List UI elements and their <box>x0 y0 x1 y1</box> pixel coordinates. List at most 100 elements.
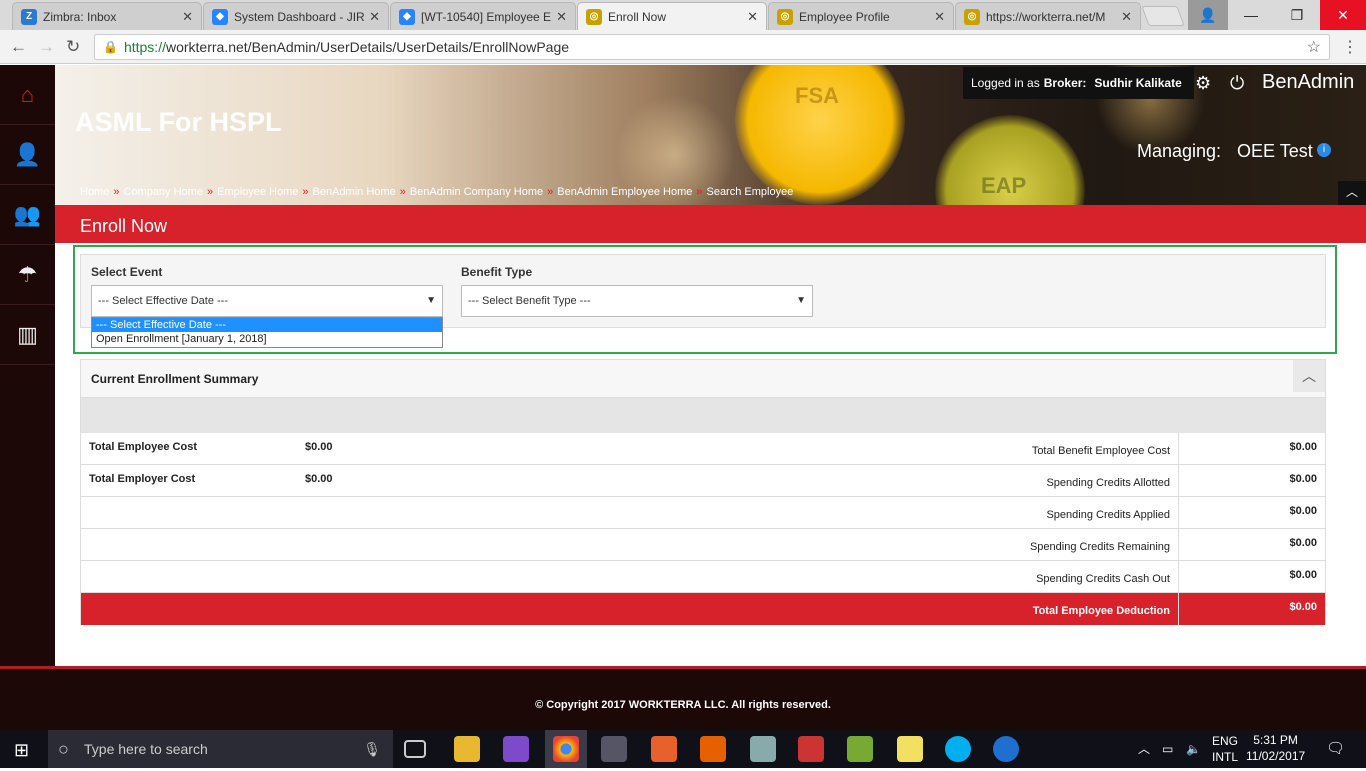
system-clock[interactable]: 5:31 PM 11/02/2017 <box>1246 732 1305 764</box>
gear-icon[interactable]: ⚙ <box>1195 73 1211 94</box>
breadcrumb-benadmin-employee-home[interactable]: BenAdmin Employee Home <box>557 186 692 198</box>
enrollment-summary-panel: Current Enrollment Summary ︿ Total Emplo… <box>80 359 1326 625</box>
breadcrumb-separator: » <box>206 186 214 198</box>
profile-icon[interactable]: 👤 <box>1188 0 1228 30</box>
restore-button[interactable]: ❐ <box>1274 0 1320 30</box>
logged-user: Sudhir Kalikate <box>1094 76 1182 90</box>
tray-chevron-icon[interactable]: ︿ <box>1138 730 1150 768</box>
breadcrumb-separator: » <box>547 186 554 198</box>
chevron-up-icon[interactable]: ︿ <box>1293 360 1325 392</box>
breadcrumb-home[interactable]: Home <box>80 186 109 198</box>
close-icon[interactable]: ✕ <box>747 9 758 25</box>
company-name: ASML For HSPL <box>75 107 282 137</box>
tab-label: Employee Profile <box>799 9 890 24</box>
close-icon[interactable]: ✕ <box>556 9 567 25</box>
reload-icon[interactable]: ↻ <box>66 37 80 57</box>
table-row: Spending Credits Remaining $0.00 <box>81 529 1325 561</box>
tab-zimbra[interactable]: Z Zimbra: Inbox ✕ <box>12 2 202 30</box>
internet-explorer-icon[interactable] <box>993 736 1019 762</box>
table-row: Spending Credits Cash Out $0.00 <box>81 561 1325 593</box>
chevron-up-icon[interactable]: ︿ <box>1338 181 1366 205</box>
skype-icon[interactable] <box>945 736 971 762</box>
reports-chart-icon[interactable]: ▥ <box>0 305 55 365</box>
network-icon[interactable]: ▭ <box>1162 730 1173 768</box>
breadcrumb-separator: » <box>696 186 703 198</box>
jira-icon: ◆ <box>212 8 228 25</box>
breadcrumb: Home» Company Home» Employee Home» BenAdmin… <box>80 186 793 198</box>
close-icon[interactable]: ✕ <box>934 9 945 25</box>
tab-enroll-now[interactable]: ◎ Enroll Now ✕ <box>577 2 767 30</box>
chrome-icon[interactable] <box>553 736 579 762</box>
breadcrumb-benadmin-home[interactable]: BenAdmin Home <box>313 186 396 198</box>
file-explorer-icon[interactable] <box>454 736 480 762</box>
language-indicator[interactable]: ENG INTL <box>1212 733 1238 771</box>
close-icon[interactable]: ✕ <box>1121 9 1132 25</box>
microphone-icon[interactable]: 🎙 <box>363 730 381 768</box>
windows-start-icon[interactable]: ⊞ <box>14 740 29 761</box>
breadcrumb-benadmin-company-home[interactable]: BenAdmin Company Home <box>410 186 543 198</box>
browser-menu-icon[interactable]: ⋮ <box>1342 37 1358 57</box>
column-divider <box>1178 497 1179 529</box>
column-divider <box>1178 465 1179 497</box>
search-placeholder: Type here to search <box>84 741 208 757</box>
address-bar: ← → ↻ 🔒 https:// workterra.net/BenAdmin/… <box>0 30 1366 64</box>
total-value: $0.00 <box>1289 601 1317 613</box>
table-row: Total Employee Cost $0.00 Total Benefit … <box>81 433 1325 465</box>
row-value: $0.00 <box>1289 441 1317 453</box>
notification-icon[interactable]: 🗨 <box>1326 730 1345 768</box>
app-icon[interactable] <box>798 736 824 762</box>
select-event-dropdown[interactable]: --- Select Effective Date --- ▼ <box>91 285 443 317</box>
row-value: $0.00 <box>1289 473 1317 485</box>
tool-icon[interactable] <box>601 736 627 762</box>
benefit-type-value: --- Select Benefit Type --- <box>468 295 591 307</box>
total-label: Total Employee Deduction <box>1032 605 1170 617</box>
back-icon[interactable]: ← <box>10 37 27 57</box>
app-icon[interactable] <box>750 736 776 762</box>
dropdown-arrow-icon: ▼ <box>426 295 436 306</box>
home-icon[interactable]: ⌂ <box>0 65 55 125</box>
employee-icon[interactable]: 👤 <box>0 125 55 185</box>
power-icon[interactable]: ⏻ <box>1230 73 1244 94</box>
event-option[interactable]: --- Select Effective Date --- <box>92 318 442 332</box>
tab-label: https://workterra.net/M <box>986 9 1106 24</box>
select-event-label: Select Event <box>91 265 163 279</box>
tab-employee-profile[interactable]: ◎ Employee Profile ✕ <box>768 2 954 30</box>
url-text: workterra.net/BenAdmin/UserDetails/UserD… <box>165 39 570 55</box>
select-event-options: --- Select Effective Date --- Open Enrol… <box>91 317 443 348</box>
group-icon[interactable]: 👥 <box>0 185 55 245</box>
tab-workterra[interactable]: ◎ https://workterra.net/M ✕ <box>955 2 1141 30</box>
benefits-umbrella-icon[interactable]: ☂ <box>0 245 55 305</box>
info-icon[interactable]: i <box>1317 143 1331 157</box>
url-field[interactable]: 🔒 https:// workterra.net/BenAdmin/UserDe… <box>94 34 1330 60</box>
row-value: $0.00 <box>1289 569 1317 581</box>
close-icon[interactable]: ✕ <box>182 9 193 25</box>
breadcrumb-search-employee[interactable]: Search Employee <box>706 186 793 198</box>
row-label: Spending Credits Remaining <box>1029 541 1170 553</box>
page-footer: © Copyright 2017 WORKTERRA LLC. All righ… <box>0 666 1366 730</box>
volume-icon[interactable]: 🔈 <box>1186 730 1201 768</box>
window-close-button[interactable]: ✕ <box>1320 0 1366 30</box>
visual-studio-icon[interactable] <box>503 736 529 762</box>
notepad-plus-icon[interactable] <box>847 736 873 762</box>
minimize-button[interactable]: — <box>1228 0 1274 30</box>
logged-prefix: Logged in as <box>971 76 1040 90</box>
sticky-notes-icon[interactable] <box>897 736 923 762</box>
benefit-type-dropdown[interactable]: --- Select Benefit Type --- ▼ <box>461 285 813 317</box>
breadcrumb-employee-home[interactable]: Employee Home <box>217 186 298 198</box>
row-value: $0.00 <box>305 441 333 453</box>
close-icon[interactable]: ✕ <box>369 9 380 25</box>
breadcrumb-separator: » <box>302 186 309 198</box>
breadcrumb-company-home[interactable]: Company Home <box>123 186 202 198</box>
task-view-icon[interactable] <box>404 740 426 758</box>
new-tab-button[interactable] <box>1141 6 1185 26</box>
tab-jira-dashboard[interactable]: ◆ System Dashboard - JIR ✕ <box>203 2 389 30</box>
table-row: Total Employer Cost $0.00 Spending Credi… <box>81 465 1325 497</box>
bookmark-star-icon[interactable]: ☆ <box>1307 37 1321 57</box>
row-label: Total Benefit Employee Cost <box>1031 445 1170 457</box>
tab-jira-issue[interactable]: ◆ [WT-10540] Employee E ✕ <box>390 2 576 30</box>
app-flame-icon[interactable] <box>651 736 677 762</box>
taskbar-search[interactable]: ○ Type here to search 🎙 <box>48 730 393 768</box>
forward-icon[interactable]: → <box>38 37 55 57</box>
event-option[interactable]: Open Enrollment [January 1, 2018] <box>92 332 442 346</box>
firefox-icon[interactable] <box>700 736 726 762</box>
